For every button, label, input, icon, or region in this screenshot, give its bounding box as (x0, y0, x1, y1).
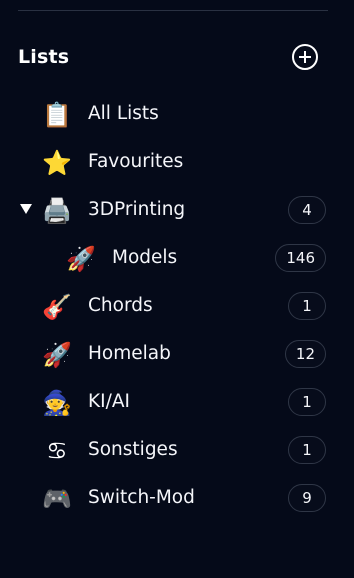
lists-sidebar: Lists 📋 All Lists ⭐ Favourites 🖨️ 3DPrinting 4… (0, 0, 354, 578)
expand-caret-icon[interactable] (20, 204, 32, 214)
list-item-label: Models (112, 247, 178, 268)
count-badge: 1 (288, 436, 326, 464)
guitar-icon: 🎸 (42, 293, 72, 321)
count-badge: 1 (288, 388, 326, 416)
star-icon: ⭐ (42, 149, 72, 177)
list-item-homelab[interactable]: 🚀 Homelab 12 (0, 330, 354, 378)
list-item-chords[interactable]: 🎸 Chords 1 (0, 282, 354, 330)
list-item-sonstiges[interactable]: ♋ Sonstiges 1 (0, 426, 354, 474)
count-badge: 9 (288, 484, 326, 512)
count-badge: 146 (275, 244, 326, 272)
list-item-3dprinting[interactable]: 🖨️ 3DPrinting 4 (0, 186, 354, 234)
list-item-switch-mod[interactable]: 🎮 Switch-Mod 9 (0, 474, 354, 522)
top-divider (18, 10, 328, 11)
list-item-ki-ai[interactable]: 🧙 KI/AI 1 (0, 378, 354, 426)
lists-title: Lists (18, 46, 70, 68)
list-item-label: Sonstiges (88, 439, 178, 460)
list-item-label: Homelab (88, 343, 171, 364)
lists-header: Lists (18, 42, 318, 72)
add-list-icon[interactable] (292, 44, 318, 70)
lists-list: 📋 All Lists ⭐ Favourites 🖨️ 3DPrinting 4 🚀 Model… (0, 90, 354, 522)
list-item-label: 3DPrinting (88, 199, 186, 220)
rocket-icon: 🚀 (66, 245, 96, 273)
list-item-label: KI/AI (88, 391, 130, 412)
count-badge: 1 (288, 292, 326, 320)
list-item-models[interactable]: 🚀 Models 146 (0, 234, 354, 282)
cancer-zodiac-icon: ♋ (46, 437, 68, 465)
list-item-label: Switch-Mod (88, 487, 195, 508)
wizard-face-icon: 🧙 (42, 389, 72, 417)
printer-icon: 🖨️ (42, 197, 72, 225)
count-badge: 12 (284, 340, 326, 368)
rocket-icon: 🚀 (42, 341, 72, 369)
list-item-label: All Lists (88, 103, 159, 124)
list-item-label: Chords (88, 295, 153, 316)
game-controller-icon: 🎮 (42, 485, 72, 513)
clipboard-icon: 📋 (42, 101, 72, 129)
list-item-all-lists[interactable]: 📋 All Lists (0, 90, 354, 138)
count-badge: 4 (288, 196, 326, 224)
list-item-favourites[interactable]: ⭐ Favourites (0, 138, 354, 186)
list-item-label: Favourites (88, 151, 184, 172)
